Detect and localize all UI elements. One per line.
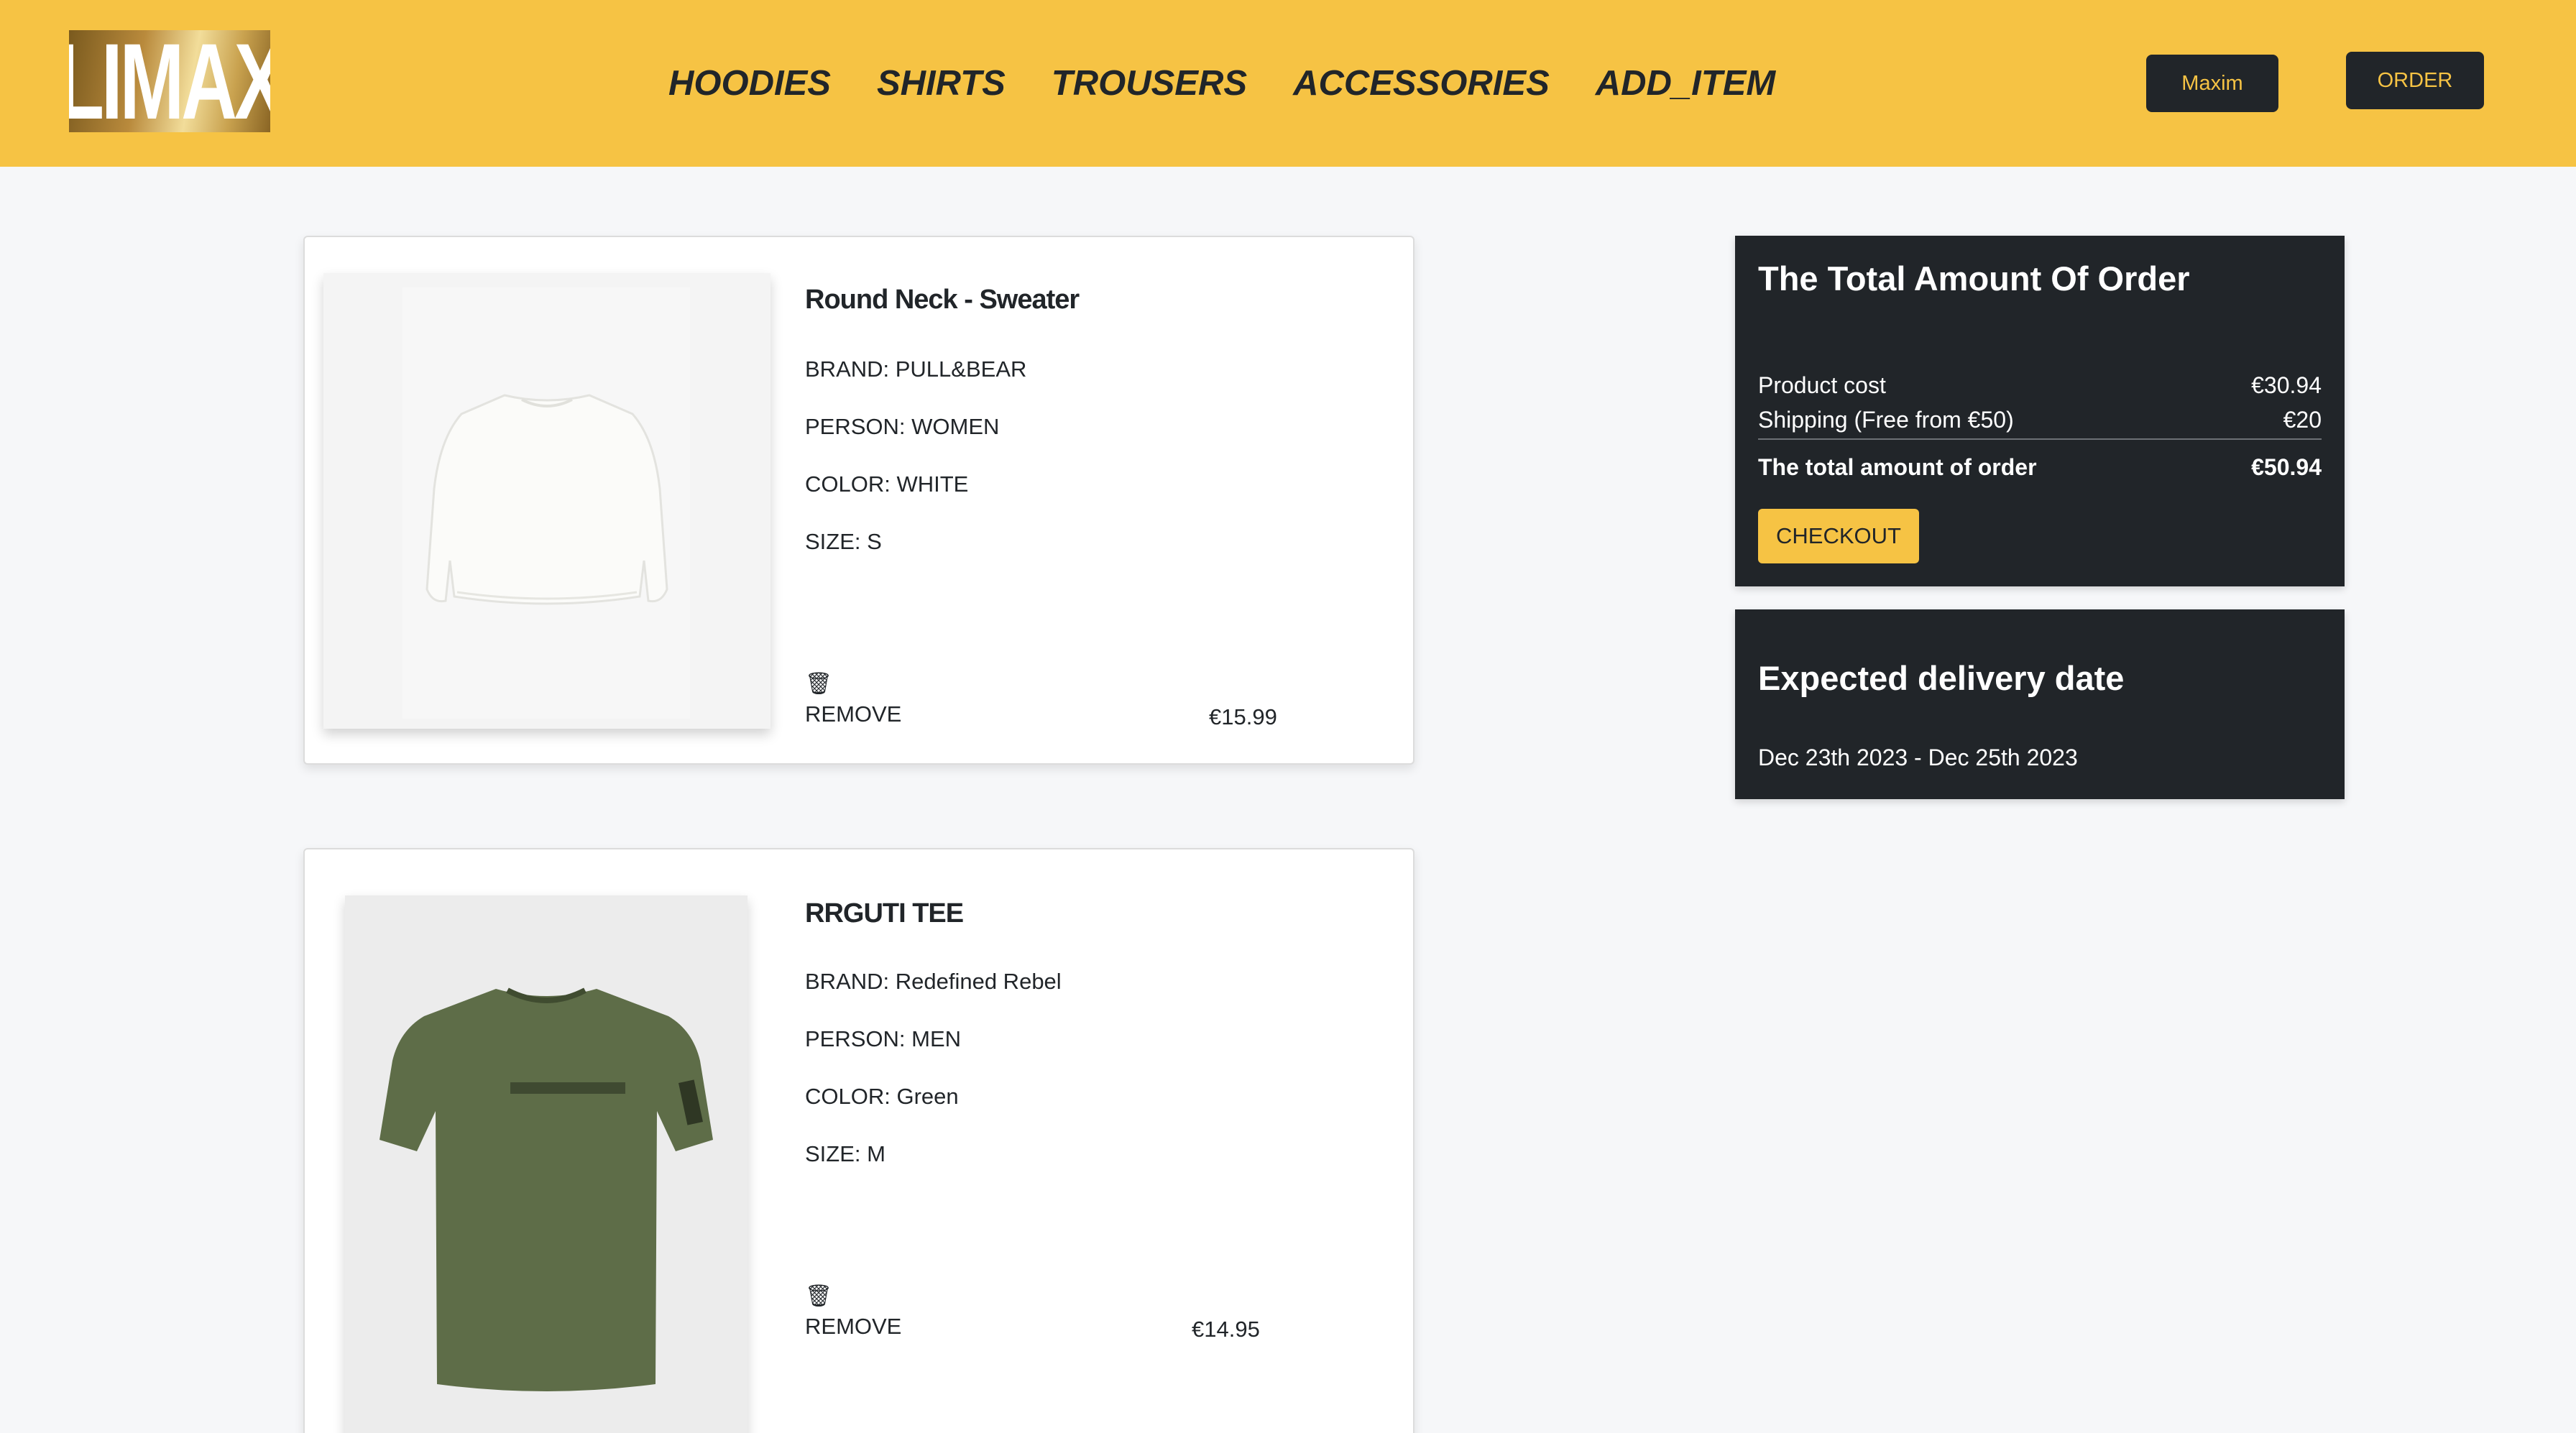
delivery-title: Expected delivery date bbox=[1758, 659, 2125, 697]
order-button[interactable]: ORDER bbox=[2346, 52, 2484, 109]
product-title: RRGUTI TEE bbox=[805, 898, 964, 929]
nav-link-accessories[interactable]: ACCESSORIES bbox=[1293, 57, 1550, 109]
total-value: €50.94 bbox=[2251, 454, 2322, 480]
checkout-button[interactable]: CHECKOUT bbox=[1758, 509, 1919, 563]
order-summary-panel: The Total Amount Of Order Product cost €… bbox=[1735, 236, 2345, 586]
nav-link-trousers[interactable]: TROUSERS bbox=[1052, 57, 1247, 109]
tshirt-image bbox=[345, 895, 748, 1433]
cart-item-card: RRGUTI TEE BRAND: Redefined Rebel PERSON… bbox=[303, 848, 1414, 1433]
total-row: The total amount of order €50.94 bbox=[1758, 454, 2322, 481]
product-image-tee[interactable] bbox=[345, 895, 748, 1433]
main-nav: HOODIES SHIRTS TROUSERS ACCESSORIES ADD_… bbox=[668, 57, 1775, 109]
product-cost-label: Product cost bbox=[1758, 372, 1886, 398]
remove-button[interactable]: REMOVE bbox=[805, 701, 901, 727]
cart-item-card: Round Neck - Sweater BRAND: PULL&BEAR PE… bbox=[303, 236, 1414, 765]
product-price: €15.99 bbox=[1209, 704, 1277, 729]
trash-icon[interactable]: 🗑 bbox=[805, 1284, 832, 1309]
product-size: SIZE: M bbox=[805, 1141, 886, 1166]
nav-link-hoodies[interactable]: HOODIES bbox=[668, 57, 831, 109]
delivery-date-range: Dec 23th 2023 - Dec 25th 2023 bbox=[1758, 745, 2078, 770]
trash-icon[interactable]: 🗑 bbox=[805, 671, 832, 696]
product-price: €14.95 bbox=[1192, 1317, 1260, 1342]
product-brand: BRAND: PULL&BEAR bbox=[805, 356, 1027, 382]
user-button[interactable]: Maxim bbox=[2146, 55, 2278, 112]
product-person: PERSON: WOMEN bbox=[805, 414, 1000, 439]
nav-link-shirts[interactable]: SHIRTS bbox=[877, 57, 1006, 109]
sweater-image bbox=[323, 273, 770, 729]
product-color: COLOR: WHITE bbox=[805, 471, 969, 497]
shipping-value: €20 bbox=[2283, 407, 2322, 433]
product-title: Round Neck - Sweater bbox=[805, 285, 1080, 315]
summary-title: The Total Amount Of Order bbox=[1758, 259, 2190, 298]
nav-link-add-item[interactable]: ADD_ITEM bbox=[1596, 57, 1775, 109]
product-brand: BRAND: Redefined Rebel bbox=[805, 969, 1062, 994]
delivery-panel: Expected delivery date Dec 23th 2023 - D… bbox=[1735, 609, 2345, 799]
summary-divider bbox=[1758, 438, 2322, 440]
product-image-sweater[interactable] bbox=[323, 273, 770, 729]
logo-text: LIMAX bbox=[69, 30, 270, 132]
limax-logo[interactable]: LIMAX bbox=[69, 30, 270, 132]
total-label: The total amount of order bbox=[1758, 454, 2037, 480]
product-size: SIZE: S bbox=[805, 529, 882, 554]
product-color: COLOR: Green bbox=[805, 1084, 959, 1109]
remove-button[interactable]: REMOVE bbox=[805, 1314, 901, 1340]
shipping-row: Shipping (Free from €50) €20 bbox=[1758, 407, 2322, 433]
product-cost-value: €30.94 bbox=[2251, 372, 2322, 398]
shipping-label: Shipping (Free from €50) bbox=[1758, 407, 2014, 433]
product-cost-row: Product cost €30.94 bbox=[1758, 372, 2322, 399]
product-person: PERSON: MEN bbox=[805, 1026, 962, 1051]
top-navbar: LIMAX HOODIES SHIRTS TROUSERS ACCESSORIE… bbox=[0, 0, 2576, 167]
